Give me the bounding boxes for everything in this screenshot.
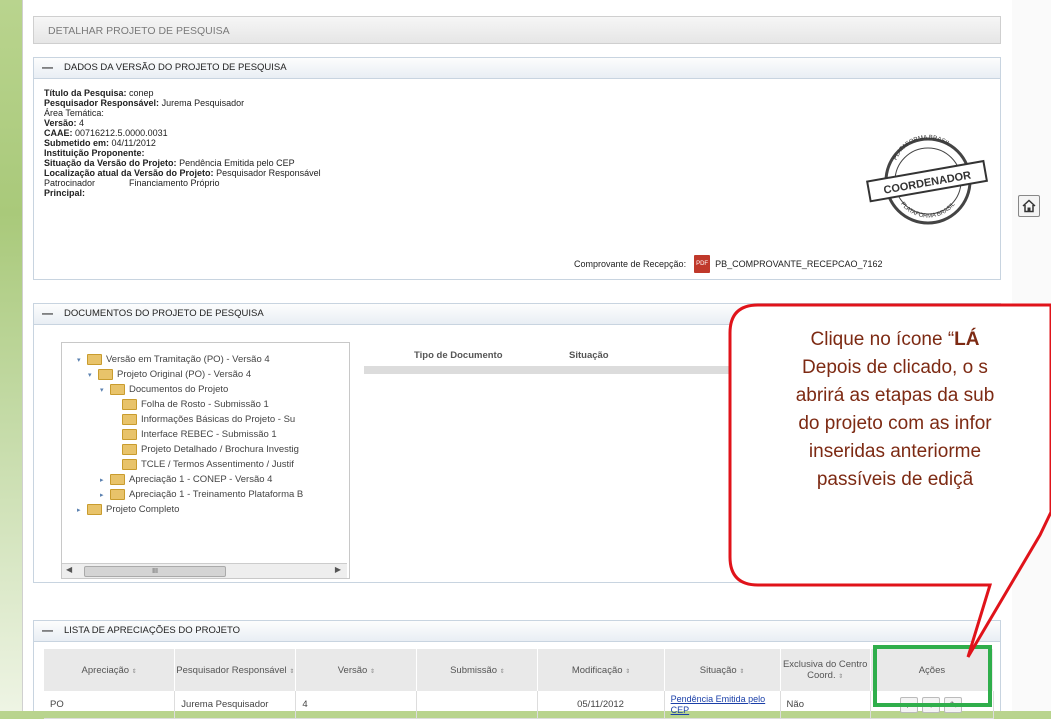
info-row-principal: Principal: <box>44 188 86 198</box>
folder-icon <box>122 459 137 470</box>
tree-item[interactable]: Folha de Rosto - Submissão 1 <box>122 398 269 411</box>
expand-icon[interactable]: ▾ <box>77 356 85 364</box>
collapse-icon[interactable]: — <box>42 304 53 324</box>
callout-text: Clique no ícone “LÁ Depois de clicado, o … <box>795 329 995 490</box>
horizontal-scrollbar[interactable]: ◀ III ▶ <box>62 563 347 578</box>
dados-panel-title: DADOS DA VERSÃO DO PROJETO DE PESQUISA <box>64 62 287 73</box>
table-header-row: Apreciação ⇕ Pesquisador Responsável ⇕ V… <box>44 649 995 691</box>
expand-icon[interactable]: ▾ <box>100 386 108 394</box>
info-row-instituicao: Instituição Proponente: <box>44 148 145 158</box>
folder-icon <box>87 354 102 365</box>
tree-item[interactable]: ▸ Apreciação 1 - Treinamento Plataforma B <box>100 488 303 501</box>
documents-table: Tipo de Documento Situação <box>364 342 784 374</box>
comprovante-file-link[interactable]: PB_COMPROVANTE_RECEPCAO_7162 <box>715 259 882 269</box>
folder-icon <box>122 429 137 440</box>
info-row-titulo: Título da Pesquisa: conep <box>44 88 154 98</box>
coordenador-stamp: PLATAFORMA BRASIL COORDENADOR PLATAFORMA… <box>866 135 989 225</box>
apreciacoes-panel-title: LISTA DE APRECIAÇÕES DO PROJETO <box>64 625 240 636</box>
documentos-panel-title: DOCUMENTOS DO PROJETO DE PESQUISA <box>64 308 264 319</box>
info-row-patrocinador: Patrocinador Financiamento Próprio <box>44 178 220 188</box>
scroll-left-icon[interactable]: ◀ <box>66 565 72 574</box>
documentos-panel-header[interactable]: — DOCUMENTOS DO PROJETO DE PESQUISA <box>34 304 1000 325</box>
tree-item[interactable]: ▾ Projeto Original (PO) - Versão 4 <box>88 368 251 381</box>
col-pesquisador[interactable]: Pesquisador Responsável ⇕ <box>174 649 297 691</box>
collapse-icon[interactable]: — <box>42 621 53 641</box>
pdf-icon[interactable]: PDF <box>694 255 711 273</box>
expand-icon[interactable]: ▸ <box>77 506 85 514</box>
folder-icon <box>110 384 125 395</box>
comprovante-label: Comprovante de Recepção: <box>574 259 687 269</box>
apreciacoes-panel: — LISTA DE APRECIAÇÕES DO PROJETO Apreci… <box>33 620 1001 719</box>
cell-versao: 4 <box>295 691 418 719</box>
tree-item[interactable]: Informações Básicas do Projeto - Su <box>122 413 295 426</box>
col-situacao[interactable]: Situação ⇕ <box>664 649 781 691</box>
col-tipo-documento[interactable]: Tipo de Documento <box>414 350 503 361</box>
document-tree: ▾ Versão em Tramitação (PO) - Versão 4 ▾ P… <box>61 342 350 579</box>
scroll-thumb[interactable]: III <box>84 566 226 577</box>
project-info: Título da Pesquisa: conep Pesquisador Re… <box>44 88 321 198</box>
info-row-submetido: Submetido em: 04/11/2012 <box>44 138 156 148</box>
comprovante-row: Comprovante de Recepção: PDF PB_COMPROVA… <box>574 255 882 273</box>
folder-icon <box>122 444 137 455</box>
tree-item[interactable]: ▸ Apreciação 1 - CONEP - Versão 4 <box>100 473 272 486</box>
info-row-area: Área Temática: <box>44 108 104 118</box>
page-title: DETALHAR PROJETO DE PESQUISA <box>33 16 1001 44</box>
tree-item[interactable]: Interface REBEC - Submissão 1 <box>122 428 277 441</box>
documents-table-header: Tipo de Documento Situação <box>364 342 784 374</box>
info-row-caae: CAAE: 00716212.5.0000.0031 <box>44 128 168 138</box>
col-situacao[interactable]: Situação <box>569 350 609 361</box>
expand-icon[interactable]: ▸ <box>100 476 108 484</box>
info-row-localizacao: Localização atual da Versão do Projeto: … <box>44 168 321 178</box>
highlight-box <box>873 645 992 707</box>
dados-panel: — DADOS DA VERSÃO DO PROJETO DE PESQUISA… <box>33 57 1001 280</box>
info-row-pesquisador: Pesquisador Responsável: Jurema Pesquisa… <box>44 98 245 108</box>
cell-pesquisador: Jurema Pesquisador <box>174 691 297 719</box>
info-row-versao: Versão: 4 <box>44 118 85 128</box>
expand-icon[interactable]: ▾ <box>88 371 96 379</box>
folder-icon <box>122 399 137 410</box>
home-icon[interactable] <box>1018 195 1040 217</box>
apreciacoes-panel-header[interactable]: — LISTA DE APRECIAÇÕES DO PROJETO <box>34 621 1000 642</box>
folder-icon <box>98 369 113 380</box>
scroll-right-icon[interactable]: ▶ <box>335 565 341 574</box>
tree-item[interactable]: Projeto Detalhado / Brochura Investig <box>122 443 299 456</box>
info-row-situacao: Situação da Versão do Projeto: Pendência… <box>44 158 295 168</box>
cell-apreciacao: PO <box>44 691 176 719</box>
folder-icon <box>110 474 125 485</box>
folder-icon <box>110 489 125 500</box>
cell-exclusiva: Não <box>780 691 871 719</box>
cell-situacao: Pendência Emitida pelo CEP <box>664 691 781 719</box>
dados-panel-header[interactable]: — DADOS DA VERSÃO DO PROJETO DE PESQUISA <box>34 58 1000 79</box>
table-row: PO Jurema Pesquisador 4 05/11/2012 Pendê… <box>44 691 995 719</box>
apreciacoes-table: Apreciação ⇕ Pesquisador Responsável ⇕ V… <box>44 649 995 719</box>
collapse-icon[interactable]: — <box>42 58 53 78</box>
situacao-link[interactable]: Pendência Emitida pelo CEP <box>671 694 766 715</box>
folder-icon <box>87 504 102 515</box>
tree-item[interactable]: ▸ Projeto Completo <box>77 503 179 516</box>
col-submissao[interactable]: Submissão ⇕ <box>416 649 539 691</box>
tree-item[interactable]: ▾ Documentos do Projeto <box>100 383 228 396</box>
tree-item[interactable]: ▾ Versão em Tramitação (PO) - Versão 4 <box>77 353 270 366</box>
tree-item[interactable]: TCLE / Termos Assentimento / Justif <box>122 458 294 471</box>
col-apreciacao[interactable]: Apreciação ⇕ <box>44 649 176 691</box>
col-versao[interactable]: Versão ⇕ <box>295 649 418 691</box>
col-modificacao[interactable]: Modificação ⇕ <box>537 649 665 691</box>
expand-icon[interactable]: ▸ <box>100 491 108 499</box>
cell-modificacao: 05/11/2012 <box>537 691 665 719</box>
col-exclusiva[interactable]: Exclusiva do Centro Coord. ⇕ <box>780 649 871 691</box>
folder-icon <box>122 414 137 425</box>
cell-submissao <box>416 691 539 719</box>
